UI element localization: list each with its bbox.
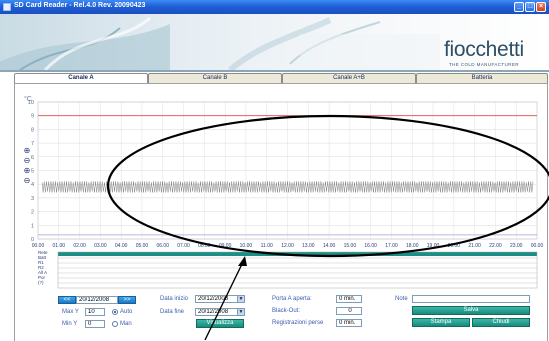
legend-row-label: (?) (38, 280, 44, 285)
x-tick-label: 01.00 (53, 243, 66, 249)
x-tick-label: 18.00 (406, 243, 419, 249)
auto-label: Auto (120, 309, 133, 315)
x-tick-label: 02.00 (73, 243, 86, 249)
print-button[interactable]: Stampa (412, 318, 470, 327)
x-tick-label: 10.00 (240, 243, 253, 249)
note-input[interactable] (412, 295, 530, 303)
date-end-value: 20/12/2008 (198, 309, 229, 315)
y-tick-label: 2 (31, 210, 34, 216)
chevron-down-icon[interactable]: ▼ (237, 309, 244, 315)
x-tick-label: 23.00 (510, 243, 523, 249)
chevron-down-icon[interactable]: ▼ (237, 296, 244, 302)
door-open-label: Porta A aperta: (272, 296, 312, 302)
power-event-bar (58, 252, 537, 256)
y-tick-label: 1 (31, 223, 34, 229)
blackout-field: 0 (336, 307, 362, 315)
y-tick-label: 9 (31, 114, 34, 120)
date-start-label: Data inizio (160, 296, 189, 302)
save-button[interactable]: Salva (412, 306, 530, 315)
x-tick-label: 17.00 (385, 243, 398, 249)
reg-lost-field: 0 min. (336, 319, 362, 327)
x-tick-label: 22.00 (489, 243, 502, 249)
auto-radio[interactable] (112, 309, 118, 315)
view-button[interactable]: Visualizza (196, 319, 244, 328)
min-y-label: Min Y (62, 321, 78, 327)
date-start-value: 20/12/2008 (198, 296, 229, 302)
y-tick-label: 8 (31, 127, 34, 133)
x-tick-label: 19.00 (427, 243, 440, 249)
x-tick-label: 12.00 (281, 243, 294, 249)
x-tick-label: 03.00 (94, 243, 107, 249)
date-end-select[interactable]: 20/12/2008 ▼ (195, 308, 245, 316)
x-tick-label: 09.00 (219, 243, 232, 249)
x-tick-label: 14.00 (323, 243, 336, 249)
temperature-chart[interactable]: 0 1 2 3 4 5 6 7 8 9 10 00.00 01.00 02.00 03.00 04.00 05.… (0, 0, 549, 341)
next-day-button[interactable]: >> (118, 296, 136, 304)
x-tick-label: 20.00 (448, 243, 461, 249)
x-tick-label: 00.00 (32, 243, 45, 249)
date-end-label: Data fine (160, 309, 185, 315)
note-label: Note (395, 296, 408, 302)
y-tick-label: 6 (31, 155, 34, 161)
x-tick-label: 05.00 (136, 243, 149, 249)
x-tick-label: 07.00 (177, 243, 190, 249)
date-field[interactable]: 20/12/2008 (76, 296, 118, 304)
x-tick-label: 00.00 (531, 243, 544, 249)
y-tick-label: 4 (31, 182, 34, 188)
y-tick-label: 5 (31, 169, 34, 175)
man-label: Man (120, 321, 132, 327)
event-grid-frame (57, 251, 538, 289)
x-tick-label: 21.00 (468, 243, 481, 249)
y-tick-label: 3 (31, 196, 34, 202)
blackout-label: Black-Out: (272, 308, 301, 314)
app-window: SD Card Reader - Rel.4.0 Rev. 20090423 _… (0, 0, 549, 341)
prev-day-button[interactable]: << (58, 296, 76, 304)
x-tick-label: 06.00 (156, 243, 169, 249)
x-tick-label: 11.00 (261, 243, 273, 249)
x-tick-label: 16.00 (364, 243, 377, 249)
man-radio[interactable] (112, 321, 118, 327)
y-tick-label: 7 (31, 141, 34, 147)
x-tick-label: 08.00 (198, 243, 211, 249)
max-y-input[interactable]: 10 (85, 308, 105, 316)
max-y-label: Max Y (62, 309, 79, 315)
x-tick-label: 13.00 (302, 243, 315, 249)
min-y-input[interactable]: 0 (85, 320, 105, 328)
y-tick-label: 10 (28, 100, 34, 106)
date-start-select[interactable]: 20/12/2008 ▼ (195, 295, 245, 303)
x-tick-label: 15.00 (344, 243, 357, 249)
door-open-field: 0 min. (336, 295, 362, 303)
reg-lost-label: Registrazioni perse (272, 320, 324, 326)
x-tick-label: 04.00 (115, 243, 128, 249)
close-button[interactable]: Chiudi (472, 318, 530, 327)
